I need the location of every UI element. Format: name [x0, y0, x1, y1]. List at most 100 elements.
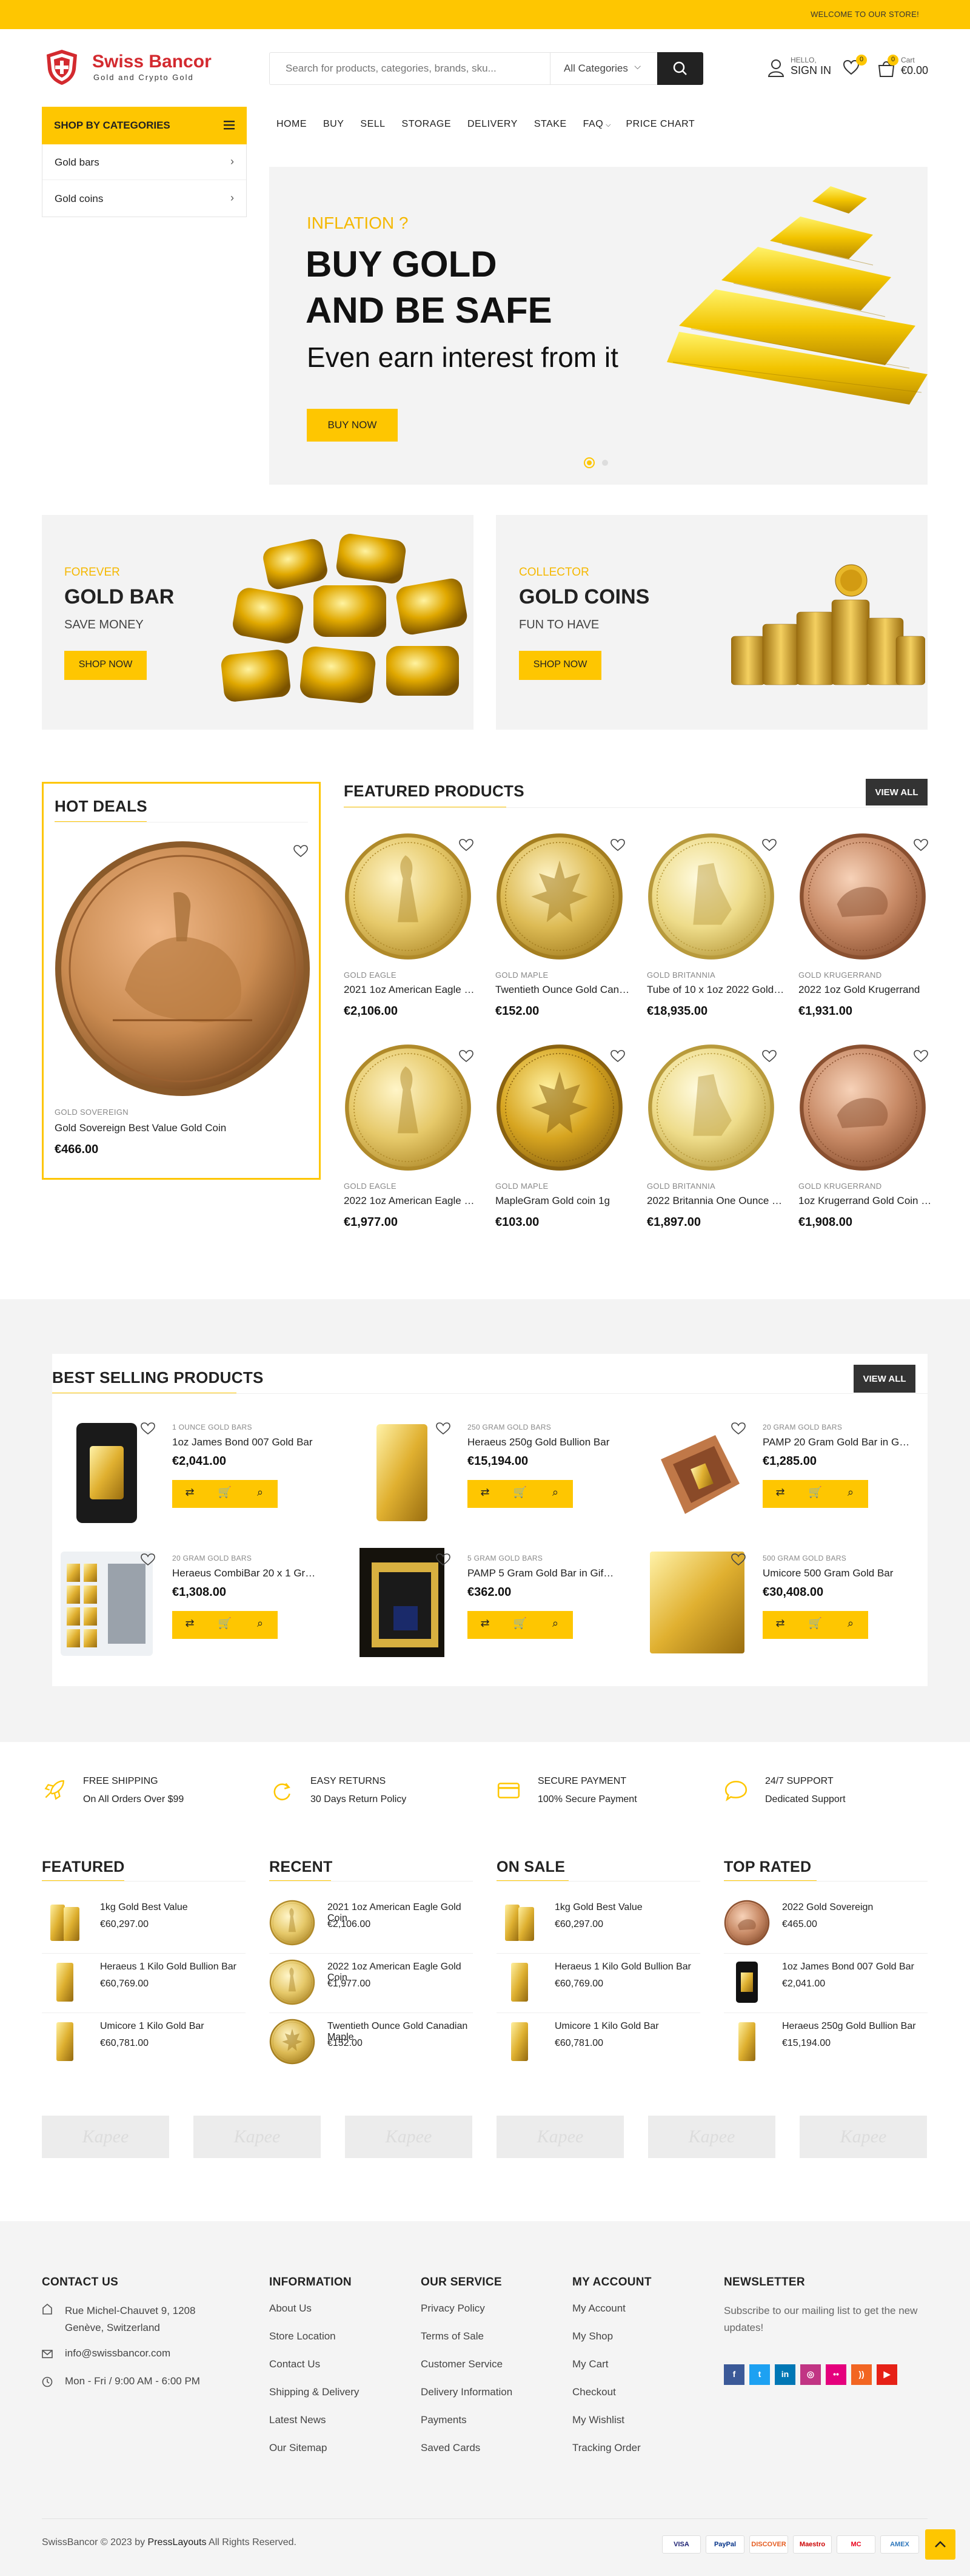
wishlist-heart-icon[interactable] [914, 1049, 928, 1063]
gold-bar-thumbnail[interactable] [497, 1900, 543, 1946]
youtube-icon[interactable]: ▶ [877, 2364, 897, 2385]
best-selling-view-all-button[interactable]: VIEW ALL [854, 1365, 915, 1393]
shop-now-button[interactable]: SHOP NOW [519, 651, 601, 680]
footer-link[interactable]: My Wishlist [572, 2414, 624, 2426]
wishlist-heart-icon[interactable] [436, 1553, 450, 1566]
nav-sell[interactable]: SELL [360, 119, 385, 130]
product-name[interactable]: 2022 Britannia One Ounce Gold Coin [647, 1195, 785, 1207]
sign-in-link[interactable]: HELLO, SIGN IN [791, 56, 831, 77]
compare-icon[interactable]: ⇄ [172, 1617, 207, 1630]
eagle-coin-image[interactable] [344, 1043, 472, 1172]
search-button[interactable] [657, 52, 703, 85]
wishlist-heart-icon[interactable] [436, 1422, 450, 1435]
kruger-coin-image[interactable] [798, 832, 927, 961]
user-icon[interactable] [768, 57, 786, 79]
shop-now-button[interactable]: SHOP NOW [64, 651, 147, 680]
footer-link[interactable]: Privacy Policy [421, 2302, 485, 2315]
product-name[interactable]: 2021 1oz American Eagle Gold Coin [344, 984, 482, 996]
product-name[interactable]: PAMP 5 Gram Gold Bar in Gift Box [467, 1567, 615, 1579]
promo-gold-coins[interactable]: COLLECTOR GOLD COINS FUN TO HAVE SHOP NO… [496, 515, 928, 730]
list-item-name[interactable]: 1kg Gold Best Value [100, 1902, 246, 1913]
britannia-coin-image[interactable] [647, 832, 775, 961]
featured-view-all-button[interactable]: VIEW ALL [866, 779, 928, 805]
zoom-icon[interactable]: ⌕ [242, 1617, 278, 1630]
wishlist-heart-icon[interactable] [610, 838, 625, 852]
gold-bar-thumbnail[interactable] [42, 1959, 88, 2005]
instagram-icon[interactable]: ◎ [800, 2364, 821, 2385]
list-item-name[interactable]: Umicore 1 Kilo Gold Bar [100, 2021, 246, 2032]
list-item-name[interactable]: Umicore 1 Kilo Gold Bar [555, 2021, 700, 2032]
slider-dot-active[interactable] [584, 457, 595, 468]
maple2-coin-image[interactable] [495, 1043, 624, 1172]
product-name[interactable]: 1oz Krugerrand Gold Coin 1977 [798, 1195, 937, 1207]
product-name[interactable]: Umicore 500 Gram Gold Bar [763, 1567, 911, 1579]
nav-faq[interactable]: FAQ [583, 119, 604, 130]
product-name[interactable]: 2022 1oz American Eagle Gold Coin [344, 1195, 482, 1207]
compare-icon[interactable]: ⇄ [763, 1617, 798, 1630]
nav-buy[interactable]: BUY [323, 119, 344, 130]
cart-icon[interactable]: 🛒 [207, 1617, 242, 1630]
wishlist-heart-icon[interactable] [731, 1422, 746, 1435]
wishlist-heart-icon[interactable] [914, 838, 928, 852]
footer-link[interactable]: My Shop [572, 2330, 613, 2342]
gold-bar-thumbnail[interactable] [42, 2019, 88, 2065]
wishlist-heart-icon[interactable] [141, 1553, 155, 1566]
logo-icon[interactable] [44, 49, 79, 86]
twitter-icon[interactable]: t [749, 2364, 770, 2385]
cart-icon[interactable]: 🛒 [798, 1486, 833, 1499]
gold-sovereign-coin-image[interactable] [52, 838, 313, 1099]
footer-link[interactable]: Tracking Order [572, 2442, 641, 2454]
list-item-name[interactable]: 1oz James Bond 007 Gold Bar [782, 1962, 928, 1972]
nav-stake[interactable]: STAKE [534, 119, 567, 130]
zoom-icon[interactable]: ⌕ [538, 1617, 573, 1630]
list-item-name[interactable]: Heraeus 250g Gold Bullion Bar [782, 2021, 928, 2032]
search-input[interactable] [270, 53, 549, 84]
compare-icon[interactable]: ⇄ [467, 1617, 503, 1630]
footer-link[interactable]: Checkout [572, 2386, 616, 2398]
footer-link[interactable]: Contact Us [269, 2358, 320, 2370]
flickr-icon[interactable]: •• [826, 2364, 846, 2385]
cart-icon[interactable]: 🛒 [798, 1617, 833, 1630]
facebook-icon[interactable]: f [724, 2364, 744, 2385]
footer-link[interactable]: My Account [572, 2302, 626, 2315]
footer-link[interactable]: Saved Cards [421, 2442, 480, 2454]
kruger-coin-image[interactable] [724, 1900, 770, 1946]
product-name[interactable]: Heraeus 250g Gold Bullion Bar [467, 1436, 615, 1448]
nav-price-chart[interactable]: PRICE CHART [626, 119, 695, 130]
cart-icon[interactable]: 🛒 [503, 1617, 538, 1630]
footer-link[interactable]: Customer Service [421, 2358, 503, 2370]
brand-logo[interactable]: Kapee [800, 2116, 927, 2158]
wishlist-heart-icon[interactable] [762, 1049, 777, 1063]
footer-link[interactable]: Our Sitemap [269, 2442, 327, 2454]
compare-icon[interactable]: ⇄ [763, 1486, 798, 1499]
scroll-to-top-button[interactable] [925, 2529, 955, 2560]
footer-link[interactable]: My Cart [572, 2358, 609, 2370]
footer-link[interactable]: About Us [269, 2302, 312, 2315]
wishlist-heart-icon[interactable] [731, 1553, 746, 1566]
product-name[interactable]: Gold Sovereign Best Value Gold Coin [55, 1122, 309, 1134]
wishlist-heart-icon[interactable] [762, 838, 777, 852]
product-name[interactable]: Tube of 10 x 1oz 2022 Gold Britannia [647, 984, 785, 996]
brand-logo[interactable]: Kapee [648, 2116, 775, 2158]
nav-home[interactable]: HOME [276, 119, 307, 130]
footer-link[interactable]: Store Location [269, 2330, 336, 2342]
zoom-icon[interactable]: ⌕ [538, 1486, 573, 1499]
brand-logo[interactable]: Kapee [497, 2116, 624, 2158]
gold-bar-thumbnail[interactable] [724, 2019, 770, 2065]
footer-link[interactable]: Payments [421, 2414, 467, 2426]
footer-link[interactable]: Delivery Information [421, 2386, 512, 2398]
maple-coin-image[interactable] [269, 2019, 315, 2065]
cart-icon[interactable]: 0 [877, 55, 898, 79]
eagle-coin-image[interactable] [269, 1959, 315, 2005]
product-name[interactable]: Heraeus CombiBar 20 x 1 Gram Gold [172, 1567, 320, 1579]
wishlist-heart-icon[interactable] [141, 1422, 155, 1435]
kruger-coin-image[interactable] [798, 1043, 927, 1172]
gold-bar-thumbnail[interactable] [42, 1900, 88, 1946]
footer-link[interactable]: Shipping & Delivery [269, 2386, 359, 2398]
product-name[interactable]: Twentieth Ounce Gold Canadian Maple [495, 984, 634, 996]
category-item-gold-coins[interactable]: Gold coins › [42, 181, 246, 217]
gold-bar-thumbnail[interactable] [497, 1959, 543, 2005]
list-item-name[interactable]: 2022 Gold Sovereign [782, 1902, 928, 1913]
rss-icon[interactable]: )) [851, 2364, 872, 2385]
product-name[interactable]: PAMP 20 Gram Gold Bar in Gift Box [763, 1436, 911, 1448]
